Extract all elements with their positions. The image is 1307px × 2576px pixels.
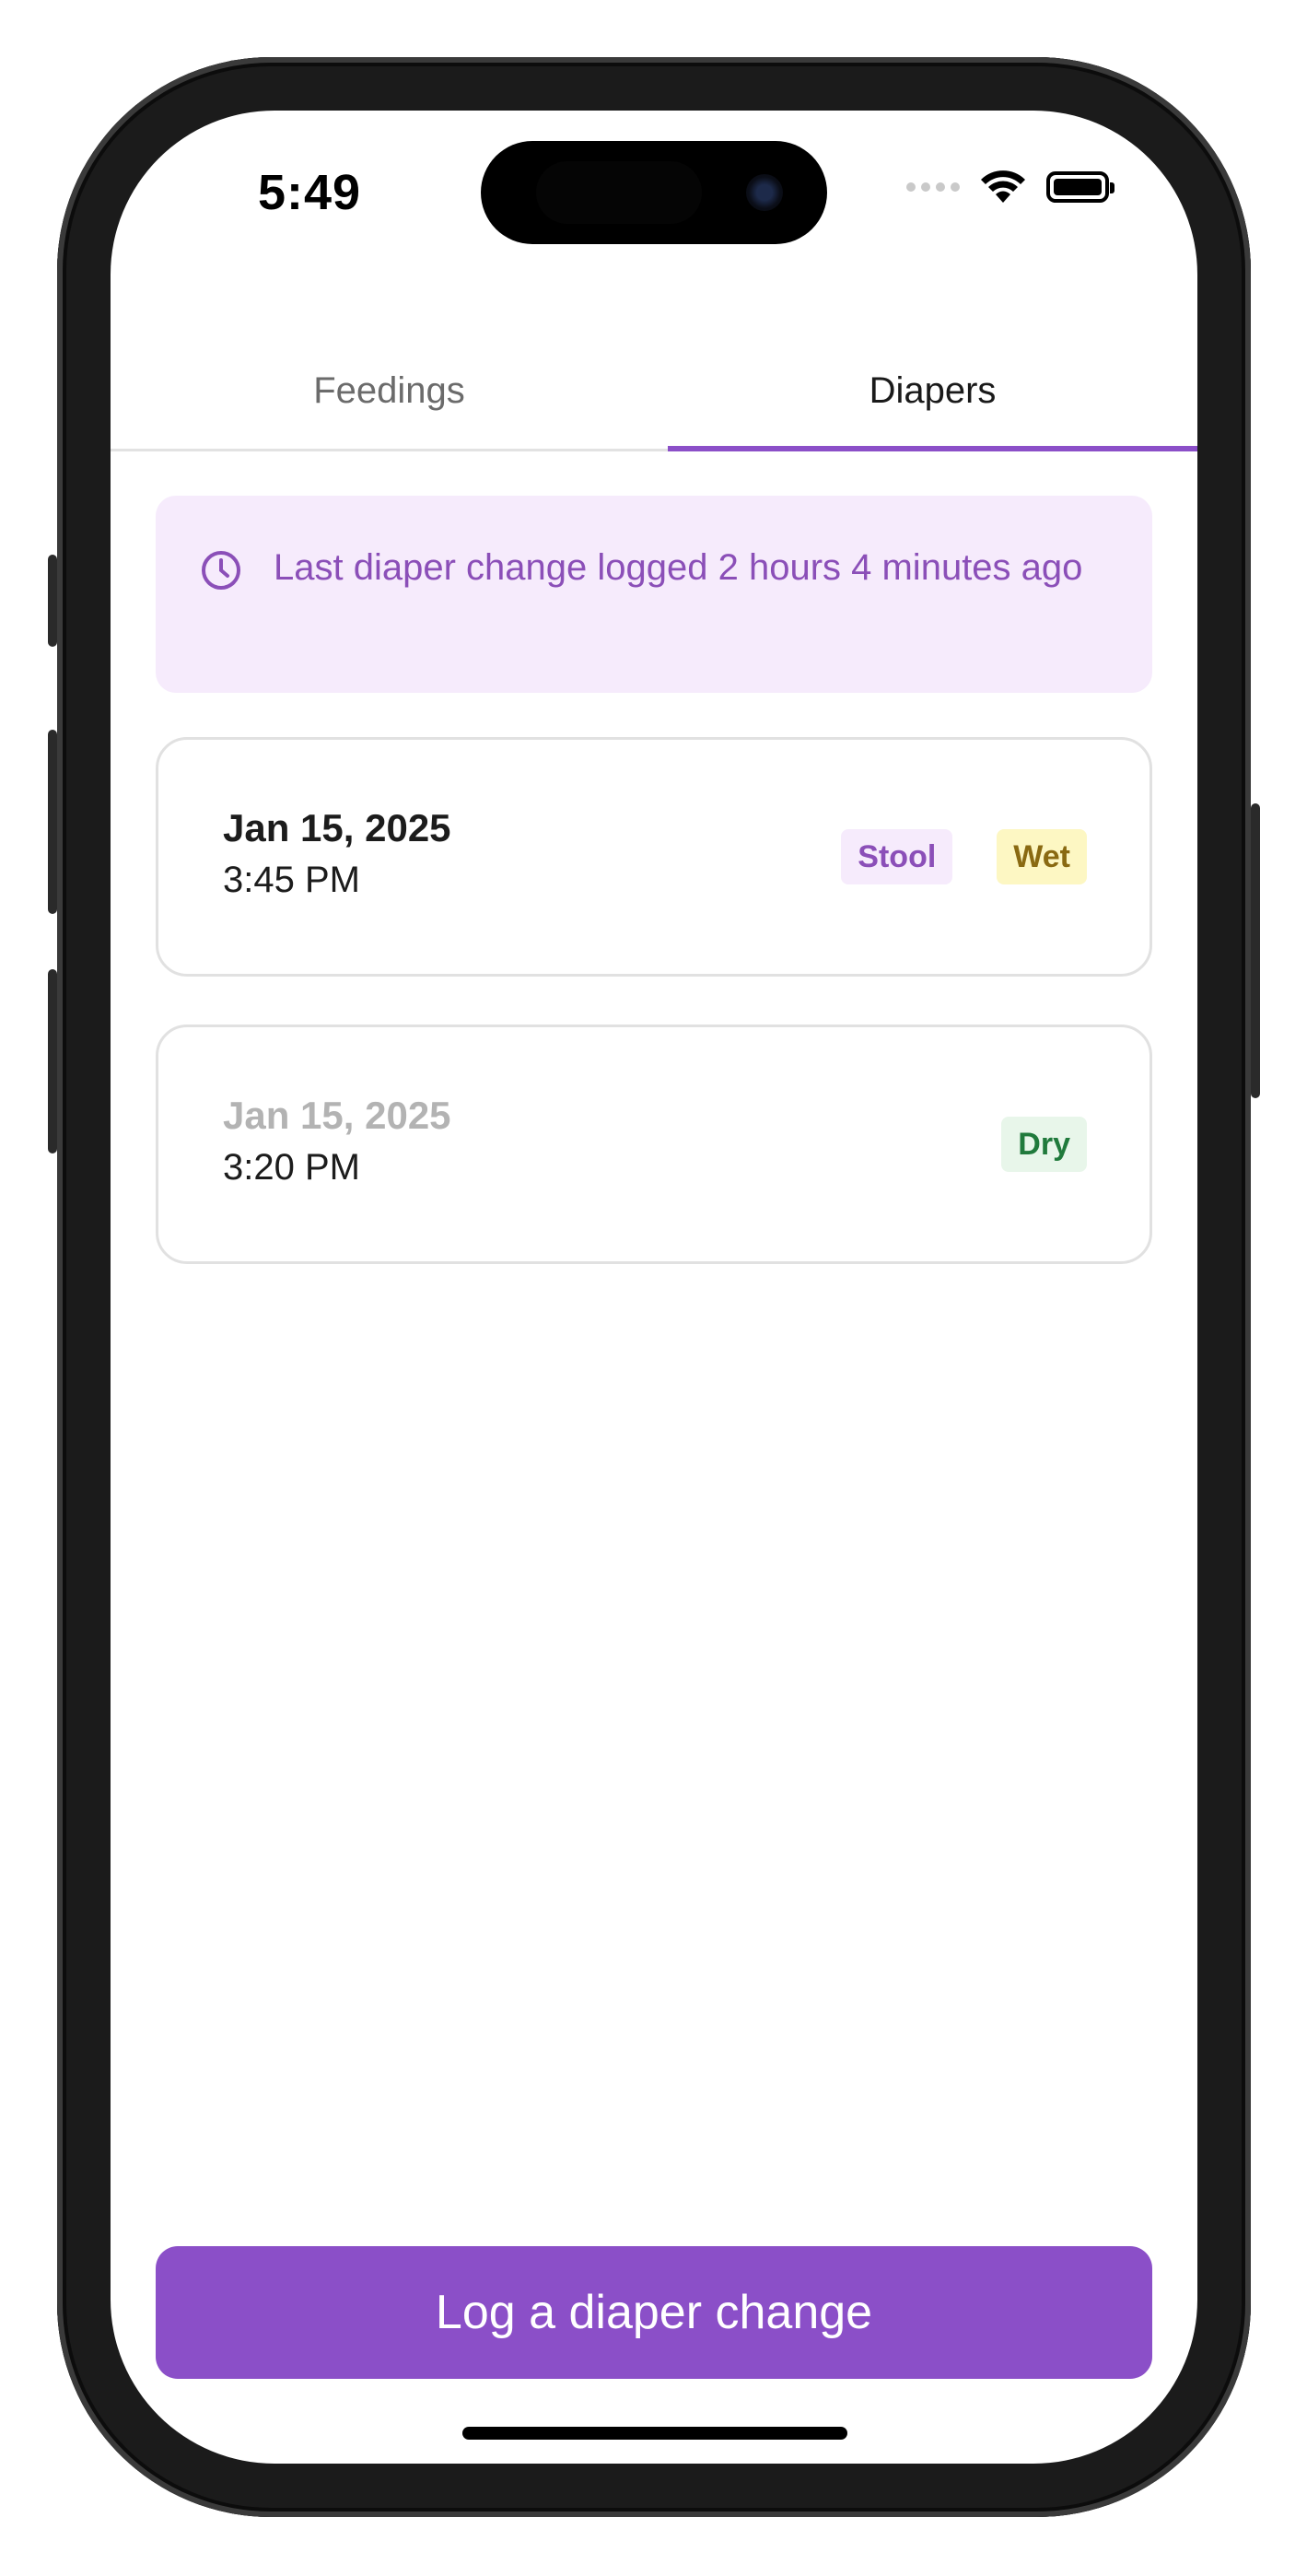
front-camera — [746, 174, 783, 211]
volume-down-button — [48, 969, 57, 1153]
dynamic-island — [481, 141, 827, 244]
entry-badges: Dry — [1001, 1027, 1087, 1261]
diaper-entry-card[interactable]: Jan 15, 2025 3:20 PM Dry — [156, 1025, 1152, 1264]
stool-badge: Stool — [841, 829, 953, 884]
sensor — [536, 161, 702, 224]
wifi-icon — [981, 170, 1025, 203]
entry-date: Jan 15, 2025 — [223, 806, 451, 849]
tab-feedings[interactable]: Feedings — [111, 332, 668, 450]
status-time: 5:49 — [258, 165, 362, 220]
wet-badge: Wet — [997, 829, 1087, 884]
volume-up-button — [48, 730, 57, 914]
last-change-banner: Last diaper change logged 2 hours 4 minu… — [156, 496, 1152, 693]
banner-text: Last diaper change logged 2 hours 4 minu… — [274, 547, 1083, 588]
status-icons — [906, 170, 1114, 205]
power-button — [1251, 803, 1260, 1098]
log-diaper-change-button[interactable]: Log a diaper change — [156, 2246, 1152, 2379]
diaper-entry-card[interactable]: Jan 15, 2025 3:45 PM Stool Wet — [156, 737, 1152, 977]
home-indicator[interactable] — [462, 2427, 847, 2440]
cellular-signal-icon — [906, 182, 960, 192]
entry-time: 3:20 PM — [223, 1147, 360, 1188]
action-button — [48, 555, 57, 647]
entry-badges: Stool Wet — [841, 740, 1087, 974]
tab-diapers[interactable]: Diapers — [668, 332, 1197, 450]
active-tab-indicator — [668, 446, 1197, 451]
entry-date: Jan 15, 2025 — [223, 1094, 451, 1137]
battery-icon — [1046, 171, 1114, 203]
entry-time: 3:45 PM — [223, 860, 360, 900]
tab-bar: Feedings Diapers — [111, 332, 1197, 451]
dry-badge: Dry — [1001, 1117, 1087, 1172]
app-screen: 5:49 Feedings Diapers Last diaper change… — [111, 111, 1197, 2464]
clock-icon — [202, 551, 240, 590]
